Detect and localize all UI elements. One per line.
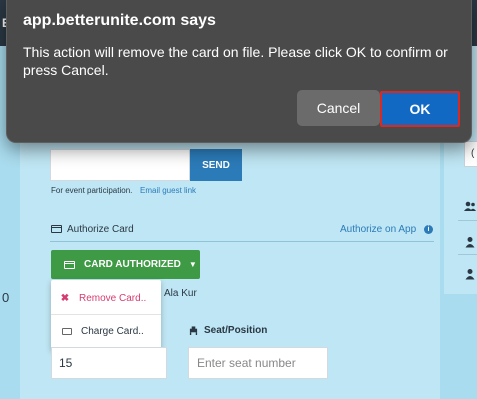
right-panel-field-value: (	[471, 148, 475, 159]
seat-position-label: Seat/Position	[189, 325, 267, 336]
dialog-title: app.betterunite.com says	[23, 12, 216, 29]
remove-card-label: Remove Card..	[79, 292, 147, 304]
right-panel-divider	[458, 220, 477, 221]
credit-card-icon	[64, 260, 75, 269]
money-icon	[62, 327, 72, 335]
charge-card-label: Charge Card..	[81, 325, 144, 337]
caret-down-icon: ▼	[188, 260, 197, 269]
seat-number-input[interactable]	[188, 347, 328, 379]
card-authorized-button[interactable]: CARD AUTHORIZED ▼	[51, 250, 200, 279]
card-actions-menu: ✖ Remove Card.. Charge Card..	[51, 280, 161, 350]
authorize-on-app-link[interactable]: Authorize on App	[340, 224, 416, 235]
email-guest-link[interactable]: Email guest link	[140, 186, 196, 195]
users-icon	[464, 201, 476, 211]
right-panel-field[interactable]: (	[464, 141, 477, 167]
cardholder-name: Ala Kur	[164, 288, 197, 299]
dialog-message: This action will remove the card on file…	[23, 44, 448, 78]
remove-card-menu-item[interactable]: ✖ Remove Card..	[51, 282, 161, 314]
card-authorized-label: CARD AUTHORIZED	[84, 259, 181, 270]
seat-position-text: Seat/Position	[204, 325, 268, 336]
quantity-input[interactable]: 15	[51, 347, 167, 379]
info-icon[interactable]: i	[424, 225, 433, 234]
authorize-card-heading: Authorize Card	[67, 224, 134, 235]
close-x-icon: ✖	[60, 292, 70, 304]
user-icon	[465, 269, 475, 280]
ok-button[interactable]: OK	[380, 91, 460, 127]
right-panel-divider	[458, 254, 477, 255]
section-divider	[50, 241, 434, 242]
guest-email-input[interactable]	[50, 149, 190, 181]
left-edge-digit: 0	[2, 290, 10, 305]
credit-card-icon	[51, 225, 62, 233]
cancel-button[interactable]: Cancel	[297, 90, 380, 126]
send-button[interactable]: SEND	[190, 149, 242, 181]
event-participation-note: For event participation.	[51, 186, 133, 195]
charge-card-menu-item[interactable]: Charge Card..	[51, 315, 161, 347]
user-icon	[465, 237, 475, 248]
seat-icon	[189, 326, 198, 335]
confirm-dialog: app.betterunite.com says This action wil…	[6, 0, 472, 143]
